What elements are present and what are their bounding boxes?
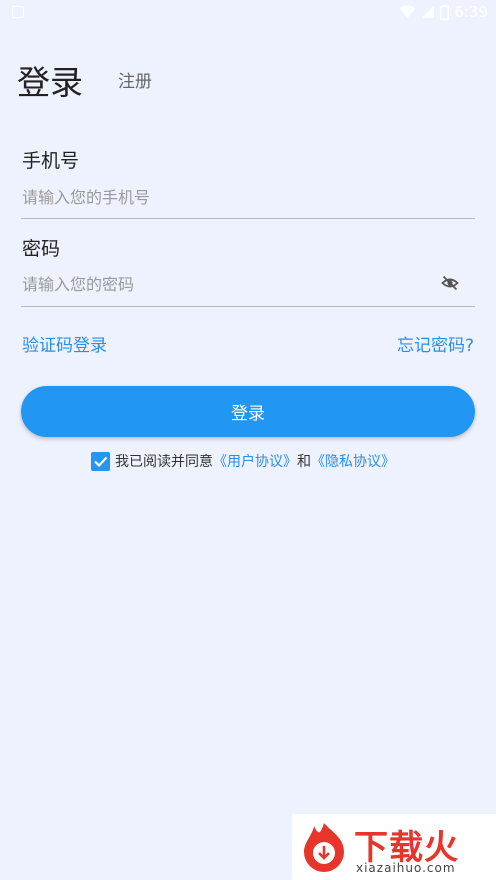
sms-login-link[interactable]: 验证码登录 bbox=[22, 331, 107, 356]
password-input[interactable] bbox=[22, 269, 432, 299]
phone-label: 手机号 bbox=[22, 150, 80, 172]
agreement-row: 我已阅读并同意 《用户协议》 和 《隐私协议》 bbox=[91, 451, 395, 471]
agreement-checkbox[interactable] bbox=[91, 451, 110, 471]
tab-login[interactable]: 登录 bbox=[17, 56, 83, 104]
agreement-conjunction: 和 bbox=[297, 454, 311, 470]
privacy-policy-link[interactable]: 《隐私协议》 bbox=[311, 451, 395, 471]
watermark-subtitle: xiazaihuo.com bbox=[356, 861, 456, 875]
phone-input[interactable] bbox=[22, 182, 432, 212]
notification-icon bbox=[12, 6, 24, 18]
login-button[interactable]: 登录 bbox=[21, 386, 475, 437]
eye-off-icon[interactable] bbox=[441, 274, 459, 292]
phone-underline bbox=[21, 218, 475, 219]
battery-icon bbox=[440, 4, 450, 20]
agreement-prefix: 我已阅读并同意 bbox=[115, 454, 213, 470]
status-icons: 6:39 bbox=[399, 3, 488, 21]
checkmark-icon bbox=[94, 456, 108, 467]
watermark: 下载火 xiazaihuo.com bbox=[292, 814, 496, 880]
wifi-icon bbox=[399, 5, 416, 18]
flame-logo-icon bbox=[304, 823, 344, 872]
status-time: 6:39 bbox=[454, 3, 488, 21]
signal-icon bbox=[422, 6, 435, 18]
password-underline bbox=[21, 306, 475, 307]
status-bar: 6:39 bbox=[0, 0, 496, 26]
user-agreement-link[interactable]: 《用户协议》 bbox=[213, 451, 297, 471]
tab-register[interactable]: 注册 bbox=[118, 67, 152, 92]
forgot-password-link[interactable]: 忘记密码? bbox=[397, 331, 474, 356]
password-label: 密码 bbox=[22, 238, 61, 260]
